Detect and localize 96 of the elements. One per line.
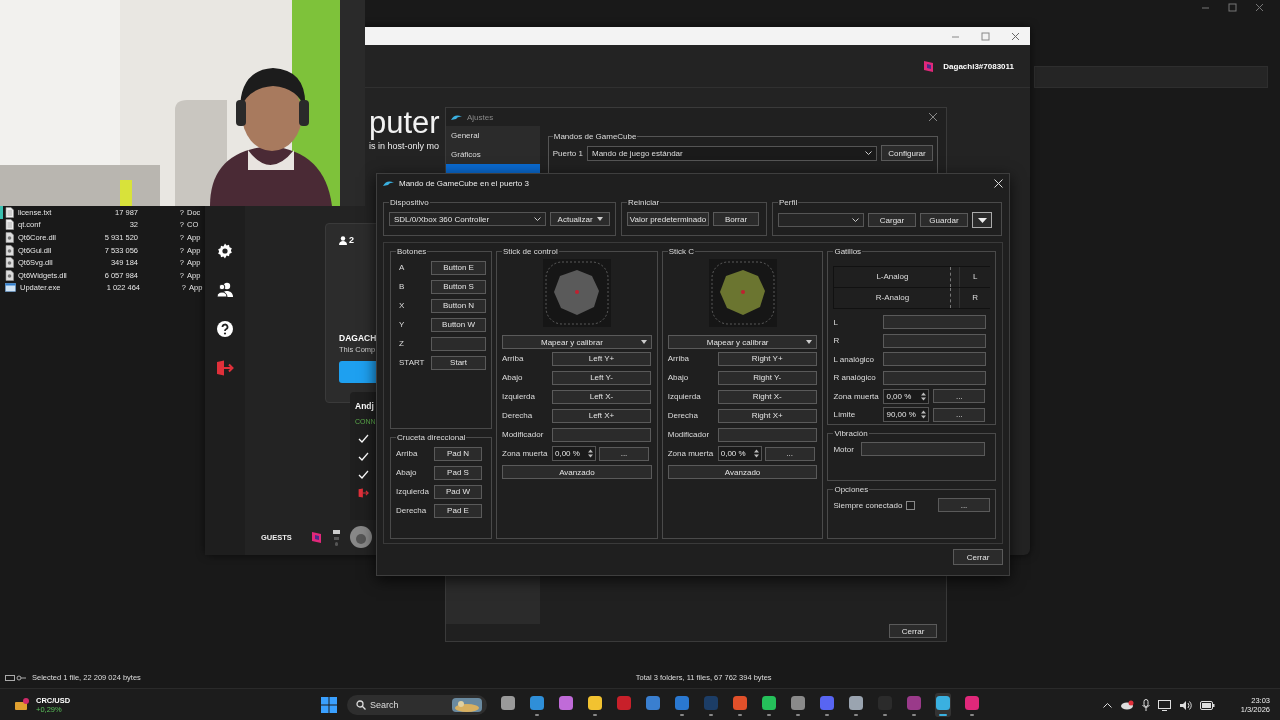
direction-label: Modificador — [667, 430, 711, 439]
button-label: A — [398, 263, 406, 272]
guest-count: 2 — [349, 235, 354, 245]
close-button[interactable]: Cerrar — [953, 549, 1003, 565]
trigger-key: R — [959, 288, 990, 308]
group-title: Stick C — [667, 247, 696, 256]
binding-button[interactable]: Button E — [431, 260, 486, 275]
direction-label: Arriba — [502, 354, 525, 363]
button-label: START — [398, 358, 426, 367]
direction-label: Izquierda — [396, 487, 430, 496]
binding-button[interactable]: Right X+ — [717, 408, 817, 423]
group-title: Mandos de GameCube — [552, 132, 638, 141]
direction-label: Izquierda — [667, 392, 702, 401]
direction-label: Derecha — [396, 506, 428, 515]
group-title: Reiniciar — [627, 198, 661, 207]
advanced-button[interactable]: Avanzado — [667, 465, 818, 479]
group-title: Botones — [396, 247, 428, 256]
button-label: Z — [398, 339, 405, 348]
group-title: Gatillos — [833, 247, 863, 256]
dialog-title: Mando de GameCube en el puerto 3 — [399, 179, 529, 188]
direction-label: Derecha — [667, 411, 699, 420]
direction-label: Derecha — [502, 411, 534, 420]
advanced-button[interactable]: Avanzado — [502, 465, 652, 479]
computer-name: DAGACH — [339, 333, 377, 343]
deadzone-spinbox[interactable]: 0,00 % — [552, 446, 596, 461]
binding-button[interactable]: Pad E — [434, 503, 482, 518]
guest-name: Andj — [355, 401, 374, 411]
trigger-name: R-Analog — [834, 288, 952, 308]
deadzone-label: Zona muerta — [502, 449, 549, 458]
page-title: puter — [369, 106, 440, 140]
close-button[interactable]: Cerrar — [889, 624, 937, 638]
trigger-label: R — [833, 336, 841, 346]
value-spinbox[interactable]: 90,00 % — [883, 407, 930, 423]
group-title: Dispositivo — [389, 198, 430, 207]
direction-label: Modificador — [502, 430, 545, 439]
nav-item[interactable]: General — [446, 126, 540, 145]
binding-button[interactable]: Pad S — [434, 465, 482, 480]
button-label: Y — [398, 320, 406, 329]
load-button[interactable]: Cargar — [868, 213, 916, 227]
reset-button[interactable]: Borrar — [713, 212, 759, 226]
refresh-button[interactable]: Actualizar — [550, 212, 610, 226]
trigger-label: Zona muerta — [833, 391, 880, 401]
binding-button[interactable]: Button S — [431, 279, 486, 294]
calibrate-button[interactable]: Mapear y calibrar — [667, 335, 818, 349]
group-title: Cruceta direccional — [396, 433, 467, 442]
direction-label: Izquierda — [502, 392, 536, 401]
more-button[interactable]: ... — [599, 446, 649, 461]
binding-button[interactable]: Right Y+ — [717, 351, 817, 366]
trigger-label: R analógico — [833, 373, 877, 383]
more-button[interactable]: ... — [764, 446, 815, 461]
option-label: Siempre conectado — [833, 500, 903, 510]
controller-dropdown[interactable]: Mando de juego estándar — [587, 145, 877, 161]
direction-label: Abajo — [396, 468, 418, 477]
deadzone-spinbox[interactable]: 0,00 % — [717, 446, 762, 461]
trigger-label: L — [833, 317, 839, 327]
group-title: Stick de control — [502, 247, 559, 256]
user-name: Dagachi3#7083011 — [943, 61, 1014, 71]
binding-button[interactable]: Pad N — [434, 446, 482, 461]
trigger-label: Límite — [833, 410, 857, 420]
page-subtitle: is in host-only mo — [369, 141, 440, 151]
group-title: Perfil — [778, 198, 799, 207]
trigger-label: L analógico — [833, 354, 876, 364]
binding-button[interactable]: Left X- — [552, 389, 651, 404]
group-title: Vibración — [833, 429, 869, 438]
device-dropdown[interactable]: SDL/0/Xbox 360 Controller — [389, 212, 547, 226]
button-label: X — [398, 301, 406, 310]
reset-button[interactable]: Valor predeterminado — [627, 212, 709, 226]
more-button[interactable]: ... — [938, 498, 990, 513]
deadzone-label: Zona muerta — [667, 449, 715, 458]
direction-label: Arriba — [667, 354, 691, 363]
value-spinbox[interactable]: 0,00 % — [883, 388, 930, 404]
trigger-key: L — [959, 267, 990, 287]
direction-label: Abajo — [502, 373, 524, 382]
button-label: B — [398, 282, 406, 291]
binding-button[interactable]: Pad W — [434, 484, 482, 499]
binding-button[interactable]: Left X+ — [552, 408, 651, 423]
trigger-name: L-Analog — [834, 267, 952, 287]
more-button[interactable]: ... — [933, 407, 986, 422]
binding-button[interactable]: Left Y- — [552, 370, 651, 385]
dialog-title: Ajustes — [467, 112, 494, 122]
configure-button[interactable]: Configurar — [881, 145, 933, 161]
binding-button[interactable]: Button W — [431, 317, 486, 332]
binding-button[interactable]: Right Y- — [717, 370, 817, 385]
direction-label: Abajo — [667, 373, 690, 382]
group-title: Opciones — [833, 485, 870, 494]
motor-label: Motor — [833, 444, 855, 454]
binding-button[interactable]: Left Y+ — [552, 351, 651, 366]
binding-button[interactable]: Start — [431, 355, 486, 370]
more-button[interactable]: ... — [933, 389, 986, 404]
save-button[interactable]: Guardar — [920, 213, 968, 227]
binding-button[interactable]: Right X- — [717, 389, 817, 404]
calibrate-button[interactable]: Mapear y calibrar — [502, 335, 652, 349]
binding-button[interactable]: Button N — [431, 298, 486, 313]
port-label: Puerto 1 — [552, 148, 583, 158]
nav-item[interactable]: Gráficos — [446, 145, 540, 164]
direction-label: Arriba — [396, 449, 419, 458]
